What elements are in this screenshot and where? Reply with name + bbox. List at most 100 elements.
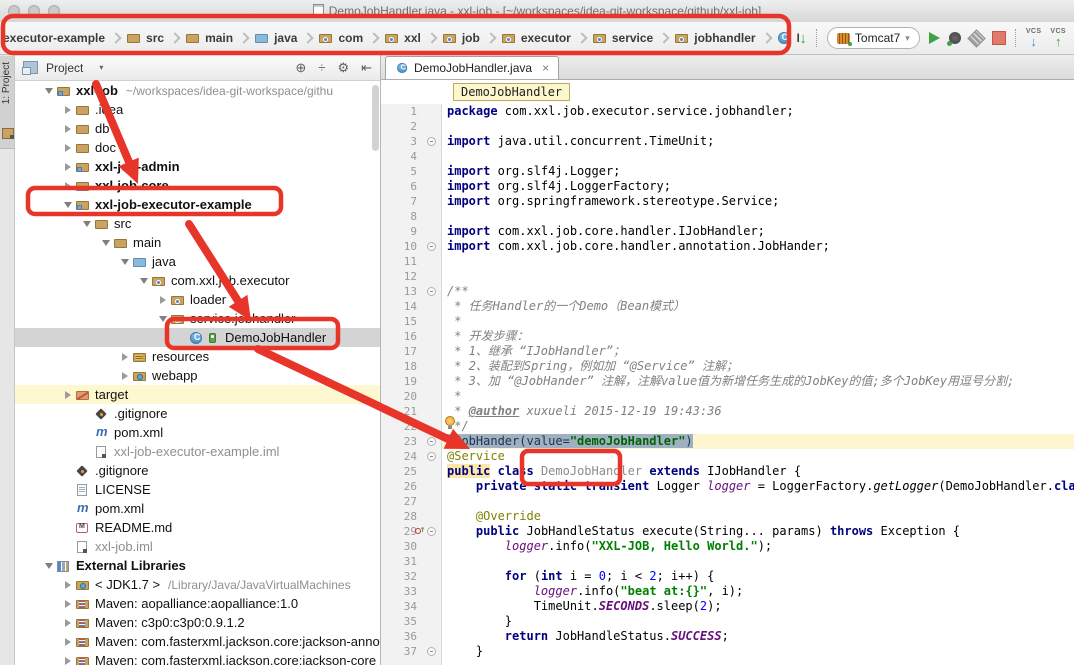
fold-marker-icon[interactable] — [427, 242, 436, 251]
code-line[interactable]: 24@Service — [381, 449, 1074, 464]
collapsed-arrow-icon[interactable] — [61, 657, 75, 665]
code-line[interactable]: 36 return JobHandleStatus.SUCCESS; — [381, 629, 1074, 644]
tree-row[interactable]: LICENSE — [15, 480, 380, 499]
tree-row[interactable]: Maven: com.fasterxml.jackson.core:jackso… — [15, 632, 380, 651]
tree-row[interactable]: loader — [15, 290, 380, 309]
code-line[interactable]: 28 @Override — [381, 509, 1074, 524]
code-line[interactable]: 5import org.slf4j.Logger; — [381, 164, 1074, 179]
expanded-arrow-icon[interactable] — [118, 259, 132, 265]
tree-row[interactable]: db — [15, 119, 380, 138]
code-line[interactable]: 12 — [381, 269, 1074, 284]
expanded-arrow-icon[interactable] — [42, 88, 56, 94]
code-line[interactable]: 22 */ — [381, 419, 1074, 434]
collapsed-arrow-icon[interactable] — [61, 144, 75, 152]
stop-button[interactable] — [992, 31, 1006, 45]
vcs-commit-button[interactable]: VCS ↑ — [1050, 28, 1066, 48]
code-line[interactable]: 17 * 1、继承 “IJobHandler”； — [381, 344, 1074, 359]
tree-row[interactable]: Maven: c3p0:c3p0:0.9.1.2 — [15, 613, 380, 632]
tree-row[interactable]: pom.xml — [15, 499, 380, 518]
tree-row[interactable]: xxl-job-executor-example — [15, 195, 380, 214]
collapsed-arrow-icon[interactable] — [61, 391, 75, 399]
collapsed-arrow-icon[interactable] — [61, 638, 75, 646]
tree-row[interactable]: resources — [15, 347, 380, 366]
code-line[interactable]: 6import org.slf4j.LoggerFactory; — [381, 179, 1074, 194]
project-scrollbar[interactable] — [372, 85, 379, 151]
hide-panel-button[interactable]: ⇤ — [361, 60, 372, 76]
code-line[interactable]: 7import org.springframework.stereotype.S… — [381, 194, 1074, 209]
tree-row[interactable]: xxl-job~/workspaces/idea-git-workspace/g… — [15, 81, 380, 100]
tree-row[interactable]: xxl-job-core — [15, 176, 380, 195]
run-configuration-select[interactable]: Tomcat7 ▾ — [827, 27, 920, 49]
settings-gear-button[interactable]: ⚙ — [337, 60, 349, 76]
collapsed-arrow-icon[interactable] — [61, 106, 75, 114]
tree-row[interactable]: External Libraries — [15, 556, 380, 575]
code-line[interactable]: 26 private static transient Logger logge… — [381, 479, 1074, 494]
breadcrumb-item[interactable]: com — [318, 30, 363, 46]
override-method-icon[interactable] — [415, 526, 425, 536]
fold-marker-icon[interactable] — [427, 452, 436, 461]
code-line[interactable]: 18 * 2、装配到Spring，例如加 “@Service” 注解； — [381, 359, 1074, 374]
code-line[interactable]: 20 * — [381, 389, 1074, 404]
collapsed-arrow-icon[interactable] — [61, 581, 75, 589]
code-line[interactable]: 16 * 开发步骤： — [381, 329, 1074, 344]
code-line[interactable]: 32 for (int i = 0; i < 2; i++) { — [381, 569, 1074, 584]
chevron-down-icon[interactable]: ▾ — [99, 63, 103, 72]
tree-row[interactable]: .idea — [15, 100, 380, 119]
breadcrumb-item[interactable]: main — [185, 30, 233, 46]
expanded-arrow-icon[interactable] — [42, 563, 56, 569]
expanded-arrow-icon[interactable] — [80, 221, 94, 227]
tree-row[interactable]: doc — [15, 138, 380, 157]
tree-row[interactable]: xxl-job-executor-example.iml — [15, 442, 380, 461]
breadcrumb-item[interactable]: executor-example — [3, 31, 105, 45]
tree-row[interactable]: target — [15, 385, 380, 404]
run-button[interactable] — [929, 32, 940, 44]
expanded-arrow-icon[interactable] — [61, 202, 75, 208]
green-down-arrow-icon[interactable]: ↓ — [799, 31, 807, 46]
collapsed-arrow-icon[interactable] — [156, 296, 170, 304]
intention-bulb-icon[interactable] — [444, 416, 456, 428]
locate-button[interactable]: ⊕ — [295, 60, 306, 76]
tree-row[interactable]: webapp — [15, 366, 380, 385]
tree-row[interactable]: xxl-job.iml — [15, 537, 380, 556]
collapsed-arrow-icon[interactable] — [61, 619, 75, 627]
tree-row[interactable]: .gitignore — [15, 404, 380, 423]
code-line[interactable]: 8 — [381, 209, 1074, 224]
expanded-arrow-icon[interactable] — [99, 240, 113, 246]
code-line[interactable]: 9import com.xxl.job.core.handler.IJobHan… — [381, 224, 1074, 239]
fold-marker-icon[interactable] — [427, 287, 436, 296]
tree-row[interactable]: .gitignore — [15, 461, 380, 480]
tree-row[interactable]: java — [15, 252, 380, 271]
tree-row[interactable]: src — [15, 214, 380, 233]
breadcrumb-item[interactable]: src — [126, 30, 164, 46]
code-line[interactable]: 15 * — [381, 314, 1074, 329]
collapsed-arrow-icon[interactable] — [61, 600, 75, 608]
code-line[interactable]: 23@JobHander(value="demoJobHandler") — [381, 434, 1074, 449]
tree-row[interactable]: main — [15, 233, 380, 252]
code-line[interactable]: 13/** — [381, 284, 1074, 299]
tree-row[interactable]: Maven: com.fasterxml.jackson.core:jackso… — [15, 651, 380, 665]
tree-row[interactable]: xxl-job-admin — [15, 157, 380, 176]
coverage-button[interactable] — [967, 29, 985, 47]
code-line[interactable]: 4 — [381, 149, 1074, 164]
tree-row[interactable]: Maven: aopalliance:aopalliance:1.0 — [15, 594, 380, 613]
code-area[interactable]: 1package com.xxl.job.executor.service.jo… — [381, 104, 1074, 665]
code-line[interactable]: 30 logger.info("XXL-JOB, Hello World."); — [381, 539, 1074, 554]
code-line[interactable]: 33 logger.info("beat at:{}", i); — [381, 584, 1074, 599]
collapsed-arrow-icon[interactable] — [61, 182, 75, 190]
breadcrumb-item[interactable]: service — [592, 30, 653, 46]
tree-row[interactable]: service.jobhandler — [15, 309, 380, 328]
vcs-update-button[interactable]: VCS ↓ — [1026, 28, 1042, 48]
collapsed-arrow-icon[interactable] — [118, 353, 132, 361]
code-line[interactable]: 37 } — [381, 644, 1074, 659]
code-line[interactable]: 1package com.xxl.job.executor.service.jo… — [381, 104, 1074, 119]
code-line[interactable]: 2 — [381, 119, 1074, 134]
fold-marker-icon[interactable] — [427, 527, 436, 536]
collapsed-arrow-icon[interactable] — [118, 372, 132, 380]
breadcrumb-item[interactable]: executor — [501, 30, 571, 46]
expanded-arrow-icon[interactable] — [156, 316, 170, 322]
code-line[interactable]: 19 * 3、加 “@JobHander” 注解，注解value值为新增任务生成… — [381, 374, 1074, 389]
tree-row[interactable]: README.md — [15, 518, 380, 537]
tree-row[interactable]: DemoJobHandler — [15, 328, 380, 347]
fold-marker-icon[interactable] — [427, 437, 436, 446]
breadcrumb-item[interactable]: jobhandler — [674, 30, 755, 46]
